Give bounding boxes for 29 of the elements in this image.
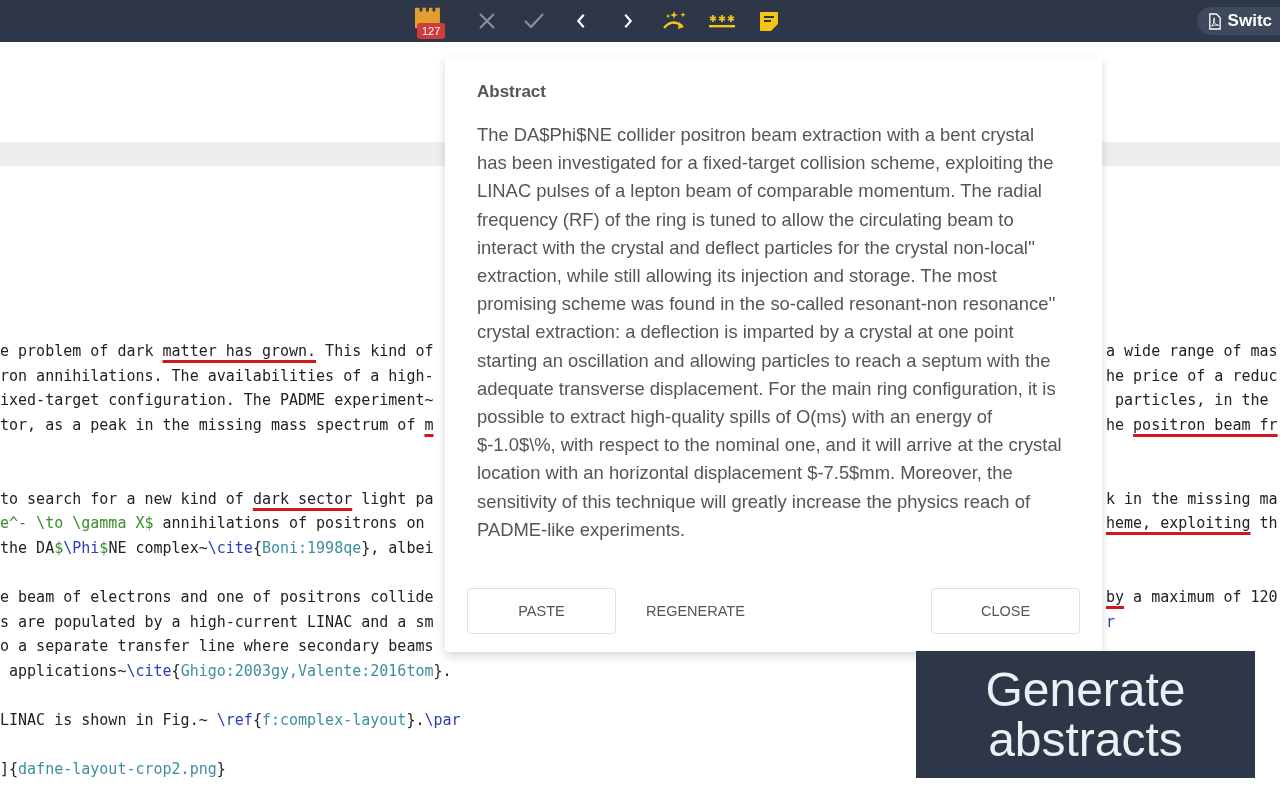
dialog-title: Abstract bbox=[477, 81, 547, 103]
code-line: to search for a new kind of dark sector light pa bbox=[0, 489, 434, 508]
code-line: the DA$\Phi$NE complex~\cite{Boni:1998qe}, albei bbox=[0, 538, 434, 557]
code-line: applications~\cite{Ghigo:2003gy,Valente:2016tom}. bbox=[8, 661, 452, 680]
code-line: he price of a reduc bbox=[1106, 366, 1278, 385]
code-line: s are populated by a high-current LINAC and a sm bbox=[0, 612, 434, 631]
code-line: ]{dafne-layout-crop2.png} bbox=[0, 760, 226, 779]
code-line: LINAC is shown in Fig.~ \ref{f:complex-layout}.\par bbox=[0, 710, 461, 729]
code-line: ron annihilations. The availabilities of a high- bbox=[0, 366, 434, 385]
pdf-file-icon bbox=[1206, 12, 1222, 30]
code-line: he positron beam fr bbox=[1106, 415, 1278, 434]
code-line: tor, as a peak in the missing mass spectrum of m bbox=[0, 415, 434, 434]
code-line: k in the missing ma bbox=[1106, 489, 1278, 508]
code-line: e beam of electrons and one of positrons collide bbox=[0, 587, 434, 606]
count-badge: 127 bbox=[417, 23, 446, 39]
switch-button[interactable]: Switc bbox=[1196, 7, 1280, 35]
code-line: o a separate transfer line where secondary beams bbox=[0, 637, 434, 656]
close-button[interactable]: CLOSE bbox=[931, 588, 1080, 634]
code-line: e^- \to \gamma X$ annihilations of positrons on bbox=[0, 514, 425, 533]
code-line: e problem of dark matter has grown. This kind of bbox=[0, 342, 434, 360]
paste-button[interactable]: PASTE bbox=[467, 588, 616, 634]
code-line: ixed-target configuration. The PADME experiment~ bbox=[0, 391, 434, 410]
code-line: particles, in the bbox=[1114, 391, 1269, 410]
code-line: a wide range of mas bbox=[1106, 342, 1278, 360]
code-line: r bbox=[1106, 612, 1116, 631]
abstract-text: The DA$Phi$NE collider positron beam extraction with a bent crystal has been investigated for a fixed-target collision scheme, exploiting the LINAC pulses of a lepton beam of comparable momentum. The radial frequency (RF) of the ring is tuned to allow the circulating beam to interact with the crystal and deflect particles for the crystal non-local'' extraction, while still allowing its injection and storage. The most promising scheme was found in the so-called resonant-non resonance'' crystal extraction: a deflection is imparted by a crystal at one point starting an oscillation and allowing particles to reach a septum with the adequate transverse displacement. For the main ring configuration, it is possible to extract high-quality spills of O(ms) with an energy of $-1.0$\%, with respect to the nominal one, and it will arrive at the crystal location with an horizontal displacement $-7.5$mm. Moreover, the sensitivity of this technique will greatly increase the physics reach of PADME-like experiments. bbox=[477, 123, 1063, 542]
code-line: by a maximum of 120 bbox=[1106, 587, 1278, 606]
code-line: heme, exploiting th bbox=[1106, 514, 1278, 533]
tooltip: Generate abstracts bbox=[916, 651, 1255, 778]
